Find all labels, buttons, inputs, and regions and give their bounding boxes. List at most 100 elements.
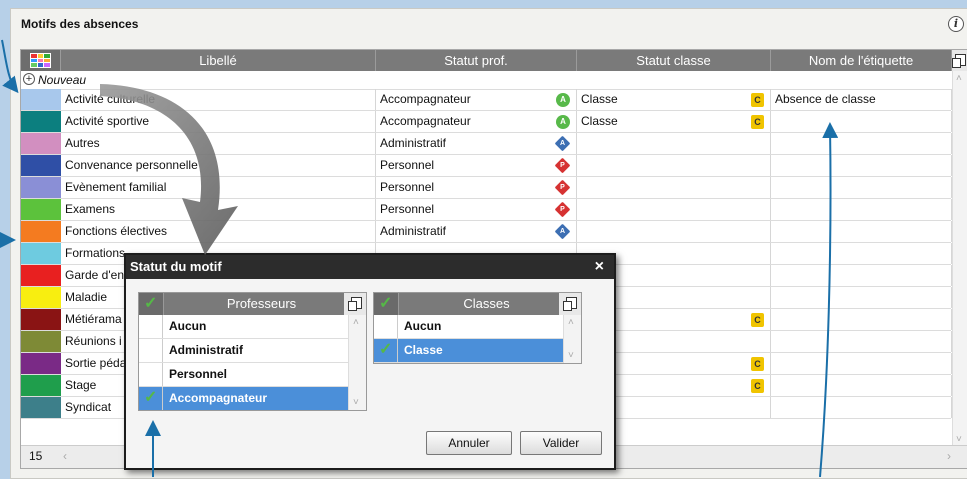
libelle-cell[interactable]: Examens [61, 199, 376, 220]
new-label[interactable]: Nouveau [38, 71, 86, 89]
etiquette-cell[interactable] [771, 177, 952, 198]
libelle-cell[interactable]: Fonctions électives [61, 221, 376, 242]
statut-prof-cell[interactable]: Accompagnateur A [376, 89, 577, 110]
checkbox[interactable] [374, 315, 398, 338]
palette-column-header[interactable] [21, 50, 61, 71]
statut-classe-cell[interactable] [577, 199, 771, 220]
color-swatch[interactable] [21, 309, 61, 330]
plus-circle-icon[interactable]: + [23, 73, 35, 85]
libelle-cell[interactable]: Activité culturelle [61, 89, 376, 110]
checkbox[interactable]: ✓ [374, 339, 398, 362]
copy-icon[interactable] [563, 297, 577, 311]
check-all-professeurs[interactable]: ✓ [139, 293, 164, 315]
checkbox[interactable] [139, 315, 163, 338]
color-swatch[interactable] [21, 243, 61, 264]
scroll-up-icon[interactable]: ˄ [568, 317, 574, 328]
table-row[interactable]: Activité culturelle Accompagnateur A Classe… [21, 89, 952, 111]
statut-classe-cell[interactable] [577, 133, 771, 154]
statut-classe-cell[interactable] [577, 177, 771, 198]
color-swatch[interactable] [21, 89, 61, 110]
etiquette-cell[interactable] [771, 221, 952, 242]
statut-classe-cell[interactable]: Classe C [577, 111, 771, 132]
etiquette-cell[interactable] [771, 265, 952, 286]
list-item[interactable]: Personnel [139, 363, 366, 387]
color-swatch[interactable] [21, 397, 61, 418]
etiquette-cell[interactable] [771, 375, 952, 396]
color-swatch[interactable] [21, 353, 61, 374]
list-item[interactable]: ✓ Classe [374, 339, 581, 363]
checkbox[interactable] [139, 339, 163, 362]
table-row[interactable]: Convenance personnelle Personnel P [21, 155, 952, 177]
checkbox[interactable]: ✓ [139, 387, 163, 410]
column-header-etiquette[interactable]: Nom de l'étiquette [771, 50, 952, 71]
info-icon[interactable]: i [948, 16, 964, 32]
table-row[interactable]: Evènement familial Personnel P [21, 177, 952, 199]
copy-column-header[interactable] [952, 50, 967, 71]
etiquette-cell[interactable] [771, 155, 952, 176]
validate-button[interactable]: Valider [520, 431, 602, 455]
table-row[interactable]: Examens Personnel P [21, 199, 952, 221]
list-item[interactable]: ✓ Accompagnateur [139, 387, 366, 410]
color-swatch[interactable] [21, 331, 61, 352]
scroll-up-icon[interactable]: ˄ [956, 73, 962, 84]
statut-classe-cell[interactable] [577, 155, 771, 176]
etiquette-cell[interactable] [771, 309, 952, 330]
statut-prof-cell[interactable]: Accompagnateur A [376, 111, 577, 132]
checkbox[interactable] [139, 363, 163, 386]
libelle-cell[interactable]: Evènement familial [61, 177, 376, 198]
classes-scrollbar[interactable]: ˄ ˅ [563, 315, 581, 363]
list-item[interactable]: Administratif [139, 339, 366, 363]
etiquette-cell[interactable]: Absence de classe [771, 89, 952, 110]
statut-prof-cell[interactable]: Personnel P [376, 177, 577, 198]
color-swatch[interactable] [21, 265, 61, 286]
statut-classe-cell[interactable]: Classe C [577, 89, 771, 110]
copy-icon[interactable] [952, 54, 966, 68]
color-swatch[interactable] [21, 133, 61, 154]
color-swatch[interactable] [21, 111, 61, 132]
statut-prof-cell[interactable]: Personnel P [376, 155, 577, 176]
color-swatch[interactable] [21, 155, 61, 176]
color-swatch[interactable] [21, 199, 61, 220]
libelle-cell[interactable]: Autres [61, 133, 376, 154]
vertical-scrollbar[interactable]: ˄ ˅ [952, 71, 967, 447]
etiquette-cell[interactable] [771, 397, 952, 418]
cancel-button[interactable]: Annuler [426, 431, 512, 455]
copy-professeurs-button[interactable] [344, 293, 366, 315]
etiquette-cell[interactable] [771, 353, 952, 374]
statut-prof-cell[interactable]: Administratif A [376, 221, 577, 242]
etiquette-cell[interactable] [771, 199, 952, 220]
check-all-classes[interactable]: ✓ [374, 293, 399, 315]
table-row[interactable]: Fonctions électives Administratif A [21, 221, 952, 243]
statut-prof-cell[interactable]: Administratif A [376, 133, 577, 154]
color-swatch[interactable] [21, 221, 61, 242]
color-swatch[interactable] [21, 177, 61, 198]
etiquette-cell[interactable] [771, 243, 952, 264]
etiquette-cell[interactable] [771, 133, 952, 154]
etiquette-cell[interactable] [771, 287, 952, 308]
scroll-right-icon[interactable]: › [947, 449, 951, 463]
copy-icon[interactable] [348, 297, 362, 311]
professeurs-scrollbar[interactable]: ˄ ˅ [348, 315, 366, 410]
scroll-down-icon[interactable]: ˅ [568, 350, 574, 361]
statut-prof-cell[interactable]: Personnel P [376, 199, 577, 220]
column-header-statut-prof[interactable]: Statut prof. [376, 50, 577, 71]
libelle-cell[interactable]: Activité sportive [61, 111, 376, 132]
table-row[interactable]: Autres Administratif A [21, 133, 952, 155]
etiquette-cell[interactable] [771, 111, 952, 132]
close-icon[interactable]: × [595, 255, 604, 279]
new-row[interactable]: + Nouveau [21, 71, 951, 90]
scroll-down-icon[interactable]: ˅ [956, 434, 962, 445]
list-item[interactable]: Aucun [374, 315, 581, 339]
statut-classe-cell[interactable] [577, 221, 771, 242]
etiquette-cell[interactable] [771, 331, 952, 352]
libelle-cell[interactable]: Convenance personnelle [61, 155, 376, 176]
table-row[interactable]: Activité sportive Accompagnateur A Classe C [21, 111, 952, 133]
scroll-up-icon[interactable]: ˄ [353, 317, 359, 328]
scroll-down-icon[interactable]: ˅ [353, 397, 359, 408]
color-swatch[interactable] [21, 375, 61, 396]
scroll-left-icon[interactable]: ‹ [63, 449, 67, 463]
color-swatch[interactable] [21, 287, 61, 308]
column-header-libelle[interactable]: Libellé [61, 50, 376, 71]
list-item[interactable]: Aucun [139, 315, 366, 339]
copy-classes-button[interactable] [559, 293, 581, 315]
